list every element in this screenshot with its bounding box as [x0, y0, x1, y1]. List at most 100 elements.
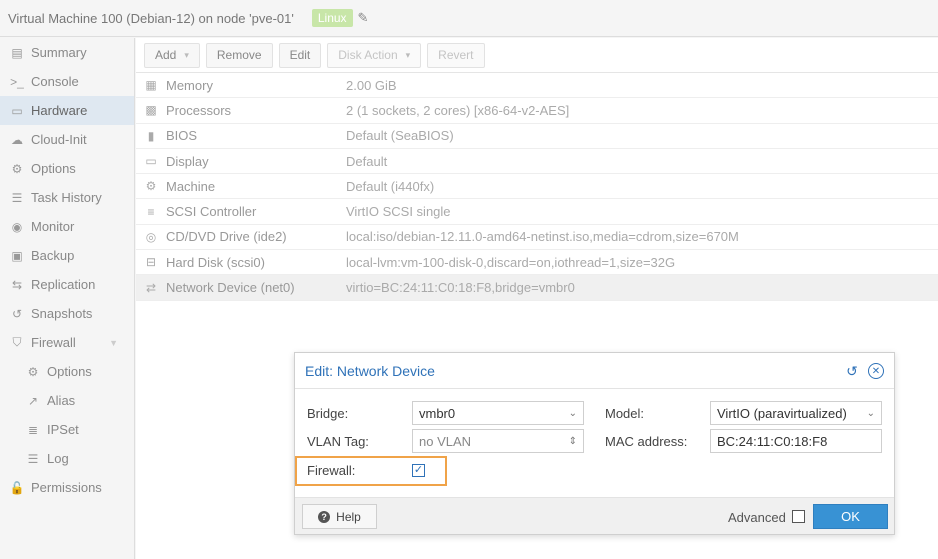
add-button[interactable]: Add ▾ [144, 42, 200, 68]
question-icon: ? [318, 510, 331, 523]
table-row[interactable]: ◎ CD/DVD Drive (ide2) local:iso/debian-12.… [136, 225, 938, 251]
mac-address-input[interactable]: BC:24:11:C0:18:F8 [710, 429, 882, 453]
model-label: Model: [605, 405, 645, 421]
chevron-down-icon[interactable]: ⌄ [867, 408, 875, 419]
model-value: VirtIO (paravirtualized) [717, 405, 847, 421]
hardware-name: Display [166, 153, 209, 169]
hardware-name: Network Device (net0) [166, 280, 295, 296]
retweet-icon: ⇆ [11, 277, 23, 292]
sidebar-item-label: Firewall [31, 335, 76, 350]
cloud-icon: ☁ [11, 132, 23, 147]
table-row[interactable]: ≡ SCSI Controller VirtIO SCSI single [136, 199, 938, 225]
sidebar-item-label: Cloud-Init [31, 132, 87, 147]
shield-icon: ⛉ [12, 335, 22, 349]
sidebar-item-label: Snapshots [31, 306, 93, 321]
bridge-select[interactable]: vmbr0 ⌄ [412, 401, 584, 425]
hardware-value: local:iso/debian-12.11.0-amd64-netinst.i… [346, 229, 739, 245]
sidebar-item-firewall[interactable]: ⛉ Firewall ▼ [0, 328, 134, 357]
vlan-placeholder: no VLAN [419, 433, 472, 449]
sidebar-item-label: Summary [31, 45, 87, 60]
sidebar-item-label: Options [47, 364, 92, 379]
sidebar-item-label: Console [31, 74, 79, 89]
pencil-icon[interactable]: ✎ [358, 10, 369, 26]
sidebar-item-alias[interactable]: ↗ Alias [0, 386, 134, 415]
dialog-tools: ↺ ✕ [844, 363, 884, 379]
chevron-down-icon: ▾ [184, 49, 189, 60]
gear-icon: ⚙ [11, 161, 23, 176]
sidebar-item-permissions[interactable]: 🔓 Permissions [0, 473, 134, 502]
dialog-footer: ? Help Advanced OK [295, 497, 894, 534]
hardware-value: local-lvm:vm-100-disk-0,discard=on,iothr… [346, 254, 676, 270]
external-link-icon: ↗ [27, 393, 39, 408]
vlan-tag-input[interactable]: no VLAN ⇕ [412, 429, 584, 453]
remove-button[interactable]: Remove [205, 42, 273, 68]
chevron-down-icon[interactable]: ⌄ [569, 408, 577, 419]
memory-icon: ▦ [145, 78, 157, 93]
sidebar-item-backup[interactable]: ▣ Backup [0, 241, 134, 270]
list-icon: ☰ [27, 451, 39, 466]
firewall-highlight [295, 456, 447, 486]
sidebar-item-ipset[interactable]: ≣ IPSet [0, 415, 134, 444]
sidebar-item-snapshots[interactable]: ↺ Snapshots [0, 299, 134, 328]
help-label: Help [336, 509, 361, 524]
hardware-name: BIOS [166, 128, 198, 144]
table-row[interactable]: ⊟ Hard Disk (scsi0) local-lvm:vm-100-disk-… [136, 250, 938, 276]
chip-icon: ▮ [147, 128, 155, 143]
history-icon: ↺ [11, 306, 23, 321]
sidebar-item-label: Hardware [31, 103, 88, 118]
hardware-value: 2.00 GiB [346, 77, 397, 93]
disk-action-label: Disk Action [338, 48, 398, 62]
hardware-name: Processors [166, 102, 232, 118]
os-tag[interactable]: Linux [311, 9, 353, 27]
sidebar-item-log[interactable]: ☰ Log [0, 444, 134, 473]
spinner-icon[interactable]: ⇕ [569, 436, 577, 447]
chevron-down-icon: ▾ [405, 49, 411, 60]
cdrom-icon: ◎ [145, 229, 157, 244]
edit-network-device-dialog: Edit: Network Device ↺ ✕ Bridge: vmbr0 ⌄… [294, 352, 895, 535]
sidebar-item-task-history[interactable]: ☰ Task History [0, 183, 134, 212]
disk-action-button[interactable]: Disk Action ▾ [327, 42, 422, 68]
table-row[interactable]: ▦ Memory 2.00 GiB [136, 73, 938, 99]
monitor-icon: ▭ [11, 103, 23, 118]
sidebar-item-monitor[interactable]: ◉ Monitor [0, 212, 134, 241]
bridge-value: vmbr0 [419, 405, 456, 421]
sidebar-item-label: Task History [31, 190, 102, 205]
gear-icon: ⚙ [27, 364, 39, 379]
reset-icon[interactable]: ↺ [844, 363, 860, 379]
sidebar-item-options[interactable]: ⚙ Options [0, 154, 134, 183]
sidebar-item-console[interactable]: >_ Console [0, 67, 134, 96]
sidebar-item-hardware[interactable]: ▭ Hardware [0, 96, 134, 125]
advanced-checkbox[interactable] [792, 510, 805, 523]
close-icon[interactable]: ✕ [868, 363, 884, 379]
add-button-label: Add [155, 48, 177, 62]
model-select[interactable]: VirtIO (paravirtualized) ⌄ [710, 401, 882, 425]
desktop-icon: ▭ [145, 154, 157, 169]
mac-label: MAC address: [605, 433, 688, 449]
hardware-toolbar: Add ▾ Remove Edit Disk Action ▾ Revert [136, 38, 938, 73]
vm-title: Virtual Machine 100 (Debian-12) on node … [8, 10, 294, 26]
ok-button[interactable]: OK [813, 504, 888, 529]
table-row[interactable]: ▩ Processors 2 (1 sockets, 2 cores) [x86-6… [136, 98, 938, 124]
sidebar-item-options[interactable]: ⚙ Options [0, 357, 134, 386]
hdd-icon: ⊟ [145, 255, 157, 270]
chevron-down-icon[interactable]: ▼ [109, 338, 118, 348]
revert-button[interactable]: Revert [427, 42, 485, 68]
summary-icon: ▤ [11, 45, 23, 60]
cogs-icon: ⚙ [145, 179, 157, 194]
top-bar: Virtual Machine 100 (Debian-12) on node … [0, 0, 938, 37]
sidebar-item-label: Options [31, 161, 76, 176]
table-row[interactable]: ▮ BIOS Default (SeaBIOS) [136, 124, 938, 149]
table-row[interactable]: ▭ Display Default [136, 149, 938, 175]
sidebar-item-replication[interactable]: ⇆ Replication [0, 270, 134, 299]
bridge-row: Bridge: vmbr0 ⌄ [307, 401, 584, 425]
table-row[interactable]: ⇄ Network Device (net0) virtio=BC:24:11:C0… [136, 275, 938, 301]
table-row[interactable]: ⚙ Machine Default (i440fx) [136, 174, 938, 200]
help-button[interactable]: ? Help [302, 504, 377, 529]
sidebar-item-cloud-init[interactable]: ☁ Cloud-Init [0, 125, 134, 154]
hardware-name: Memory [166, 77, 213, 93]
edit-button[interactable]: Edit [278, 42, 322, 68]
list-icon: ☰ [11, 190, 23, 205]
sidebar-item-summary[interactable]: ▤ Summary [0, 38, 134, 67]
hardware-value: virtio=BC:24:11:C0:18:F8,bridge=vmbr0 [346, 280, 575, 296]
eye-icon: ◉ [11, 219, 23, 234]
